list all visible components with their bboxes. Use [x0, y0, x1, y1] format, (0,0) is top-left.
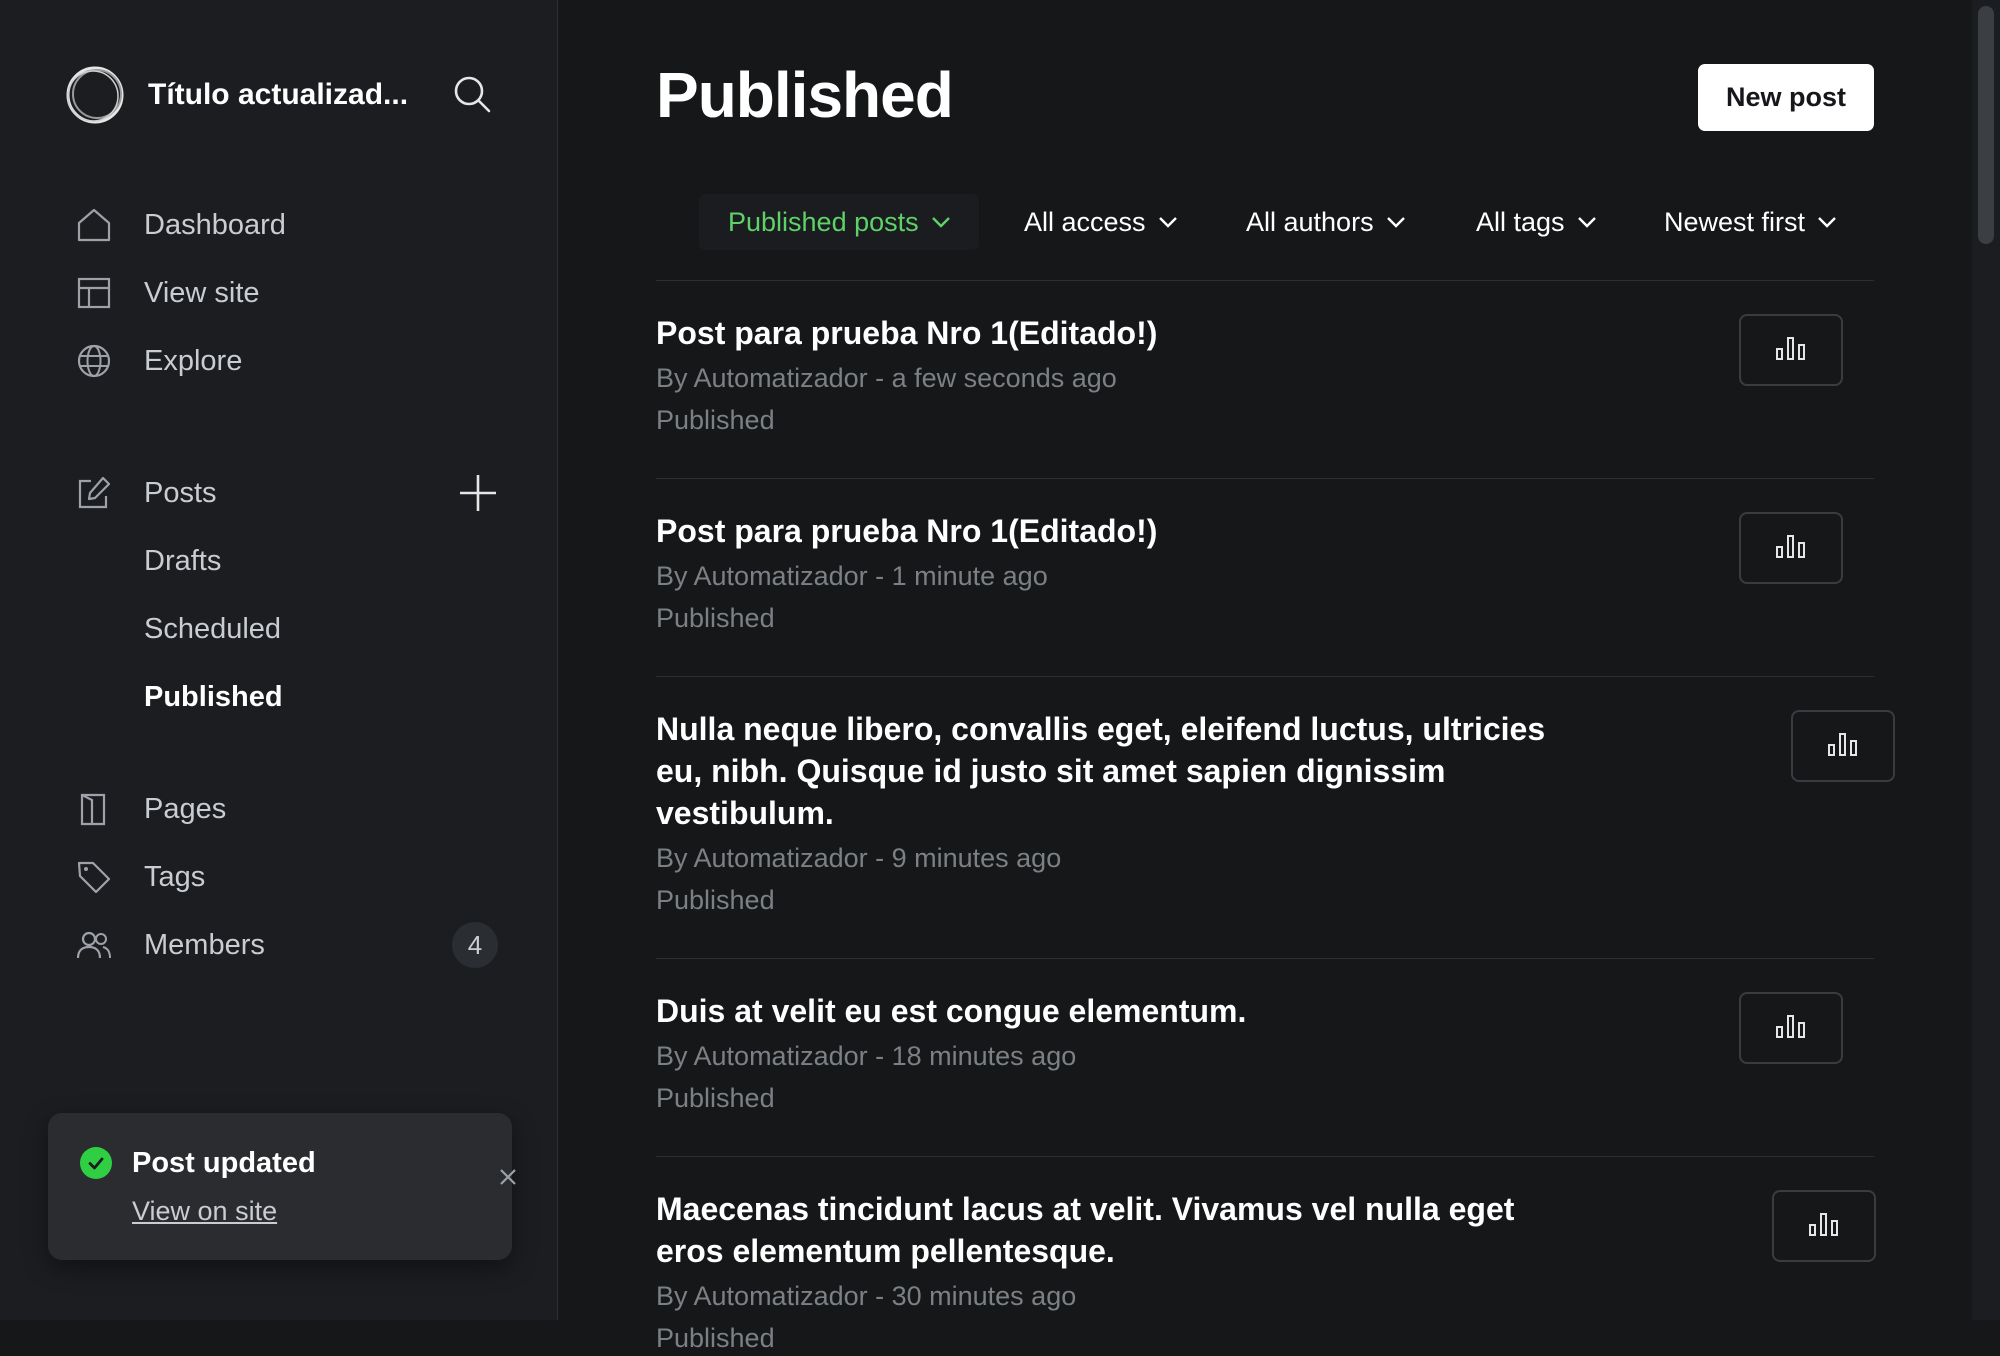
- filter-label: All access: [1024, 206, 1146, 237]
- check-circle-icon: [80, 1147, 112, 1179]
- post-status: Published: [656, 1323, 775, 1353]
- filter-label: Published posts: [728, 206, 919, 237]
- chevron-down-icon: [931, 216, 951, 228]
- site-logo: [64, 64, 126, 126]
- divider: [656, 958, 1874, 959]
- edit-icon: [74, 473, 114, 513]
- bar-chart-icon: [1775, 335, 1807, 366]
- sidebar-item-label: Explore: [144, 344, 243, 377]
- sidebar-item-scheduled[interactable]: Scheduled: [74, 601, 504, 657]
- home-icon: [74, 205, 114, 245]
- post-list-item[interactable]: Post para prueba Nro 1(Editado!) By Auto…: [656, 510, 1874, 636]
- toast-title: Post updated: [132, 1147, 316, 1179]
- post-list-item[interactable]: Post para prueba Nro 1(Editado!) By Auto…: [656, 312, 1874, 438]
- filter-tags[interactable]: All tags: [1476, 198, 1597, 246]
- post-title[interactable]: Maecenas tincidunt lacus at velit. Vivam…: [656, 1188, 1556, 1272]
- post-status: Published: [656, 405, 775, 435]
- brand[interactable]: Título actualizad...: [64, 64, 408, 126]
- filter-label: All tags: [1476, 206, 1565, 237]
- post-status: Published: [656, 885, 775, 915]
- filter-access[interactable]: All access: [1024, 198, 1178, 246]
- chevron-down-icon: [1817, 216, 1837, 228]
- bar-chart-icon: [1827, 731, 1859, 762]
- post-meta: By Automatizador - 30 minutes ago: [656, 1281, 1077, 1311]
- divider: [656, 280, 1874, 281]
- filter-label: All authors: [1246, 206, 1374, 237]
- sidebar: Título actualizad... Dashboard View site…: [0, 0, 558, 1320]
- sidebar-item-tags[interactable]: Tags: [74, 849, 504, 905]
- post-status: Published: [656, 603, 775, 633]
- sidebar-item-label: Scheduled: [144, 612, 282, 645]
- scrollbar-thumb[interactable]: [1978, 6, 1994, 244]
- search-icon[interactable]: [452, 74, 492, 114]
- bar-chart-icon: [1775, 1013, 1807, 1044]
- sidebar-item-label: Tags: [144, 860, 206, 893]
- post-analytics-button[interactable]: [1739, 314, 1843, 386]
- post-meta: By Automatizador - 18 minutes ago: [656, 1041, 1077, 1071]
- new-post-button[interactable]: New post: [1698, 64, 1874, 131]
- post-status: Published: [656, 1083, 775, 1113]
- chevron-down-icon: [1386, 216, 1406, 228]
- page-title: Published: [656, 59, 954, 131]
- post-title[interactable]: Duis at velit eu est congue elementum.: [656, 990, 1556, 1032]
- sidebar-item-label: Posts: [144, 476, 217, 509]
- sidebar-item-explore[interactable]: Explore: [74, 333, 504, 389]
- sidebar-item-drafts[interactable]: Drafts: [74, 533, 504, 589]
- filter-label: Newest first: [1664, 206, 1806, 237]
- sidebar-item-pages[interactable]: Pages: [74, 781, 504, 837]
- main-content: Published New post Published posts All a…: [559, 0, 1970, 1353]
- bar-chart-icon: [1808, 1211, 1840, 1242]
- add-post-icon[interactable]: [456, 471, 500, 515]
- sidebar-item-label: Dashboard: [144, 208, 286, 241]
- users-icon: [74, 925, 114, 965]
- divider: [656, 676, 1874, 677]
- filter-bar: Published posts All access All authors A…: [559, 194, 1970, 250]
- view-on-site-link[interactable]: View on site: [132, 1196, 277, 1227]
- sidebar-item-label: Pages: [144, 792, 227, 825]
- sidebar-item-label: Published: [144, 680, 283, 713]
- chevron-down-icon: [1577, 216, 1597, 228]
- sidebar-item-dashboard[interactable]: Dashboard: [74, 197, 504, 253]
- divider: [656, 478, 1874, 479]
- post-updated-toast: Post updated View on site: [48, 1113, 516, 1260]
- sidebar-item-published[interactable]: Published: [74, 669, 504, 725]
- post-list-item[interactable]: Duis at velit eu est congue elementum. B…: [656, 990, 1874, 1116]
- sidebar-item-label: Drafts: [144, 544, 222, 577]
- filter-sort-order[interactable]: Newest first: [1664, 198, 1837, 246]
- post-title[interactable]: Post para prueba Nro 1(Editado!): [656, 510, 1556, 552]
- sidebar-item-view-site[interactable]: View site: [74, 265, 504, 321]
- post-meta: By Automatizador - 1 minute ago: [656, 561, 1048, 591]
- sidebar-item-members[interactable]: Members: [74, 917, 504, 973]
- layout-icon: [74, 273, 114, 313]
- post-meta: By Automatizador - a few seconds ago: [656, 363, 1117, 393]
- divider: [656, 1156, 1874, 1157]
- post-title[interactable]: Nulla neque libero, convallis eget, elei…: [656, 708, 1556, 834]
- post-title[interactable]: Post para prueba Nro 1(Editado!): [656, 312, 1556, 354]
- bar-chart-icon: [1775, 533, 1807, 564]
- filter-authors[interactable]: All authors: [1246, 198, 1406, 246]
- page-icon: [74, 789, 114, 829]
- chevron-down-icon: [1158, 216, 1178, 228]
- tag-icon: [74, 857, 114, 897]
- vertical-scrollbar[interactable]: [1972, 0, 2000, 1320]
- post-analytics-button[interactable]: [1772, 1190, 1876, 1262]
- post-list-item[interactable]: Maecenas tincidunt lacus at velit. Vivam…: [656, 1188, 1874, 1356]
- close-icon[interactable]: [494, 1163, 522, 1191]
- post-analytics-button[interactable]: [1739, 992, 1843, 1064]
- post-analytics-button[interactable]: [1739, 512, 1843, 584]
- globe-icon: [74, 341, 114, 381]
- post-meta: By Automatizador - 9 minutes ago: [656, 843, 1062, 873]
- sidebar-item-posts[interactable]: Posts: [74, 465, 504, 521]
- post-analytics-button[interactable]: [1791, 710, 1895, 782]
- members-count-badge: 4: [452, 922, 498, 968]
- sidebar-item-label: Members: [144, 928, 265, 961]
- sidebar-item-label: View site: [144, 276, 260, 309]
- site-title[interactable]: Título actualizad...: [148, 78, 408, 112]
- filter-post-type[interactable]: Published posts: [728, 198, 951, 246]
- post-list-item[interactable]: Nulla neque libero, convallis eget, elei…: [656, 708, 1874, 918]
